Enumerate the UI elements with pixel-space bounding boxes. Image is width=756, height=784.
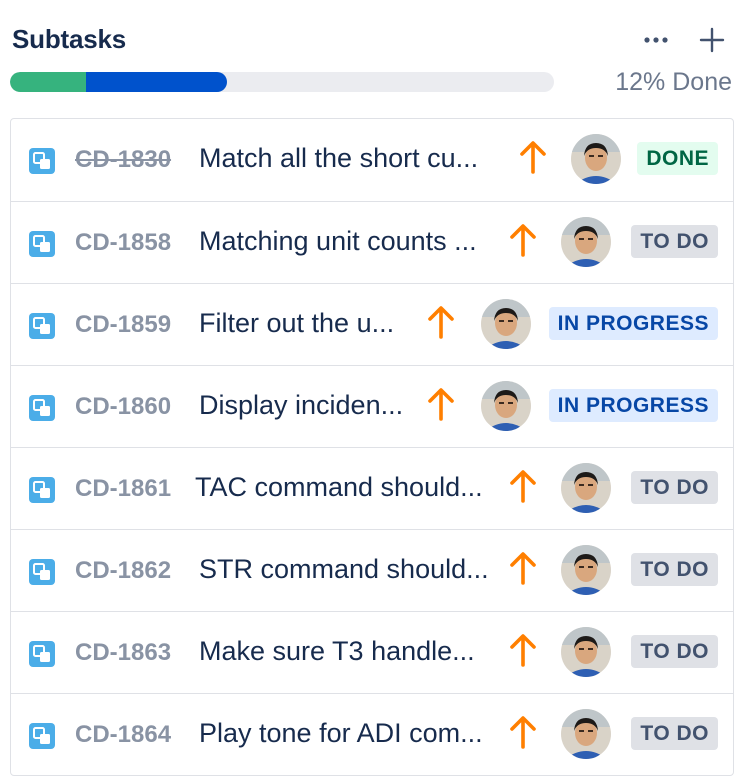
status-lozenge[interactable]: TO DO [631, 553, 718, 586]
subtask-row[interactable]: CD-1864 Play tone for ADI com... TO DO [11, 693, 733, 775]
subtask-row[interactable]: CD-1858 Matching unit counts ... TO DO [11, 201, 733, 283]
issue-summary[interactable]: Filter out the u... [199, 308, 394, 339]
priority-high-arrow-icon [427, 304, 455, 340]
status-lozenge[interactable]: TO DO [631, 225, 718, 258]
assignee-avatar[interactable] [561, 709, 611, 759]
status-lozenge[interactable]: TO DO [631, 717, 718, 750]
issue-summary[interactable]: Display inciden... [199, 390, 403, 421]
status-lozenge[interactable]: DONE [637, 142, 718, 175]
subtasks-header: Subtasks [10, 18, 746, 62]
issue-key[interactable]: CD-1858 [75, 229, 171, 257]
issue-summary[interactable]: Matching unit counts ... [199, 226, 477, 257]
issue-key[interactable]: CD-1830 [75, 146, 171, 174]
status-lozenge[interactable]: TO DO [631, 635, 718, 668]
priority-high-arrow-icon [427, 386, 455, 422]
status-lozenge[interactable]: TO DO [631, 471, 718, 504]
subtask-type-icon [29, 313, 55, 339]
priority-high-arrow-icon [509, 714, 537, 750]
progress-done-segment [10, 72, 86, 92]
subtask-type-icon [29, 148, 55, 174]
priority-high-arrow-icon [509, 632, 537, 668]
subtask-row[interactable]: CD-1860 Display inciden... IN PROGRESS [11, 365, 733, 447]
assignee-avatar[interactable] [571, 134, 621, 184]
assignee-avatar[interactable] [561, 627, 611, 677]
priority-high-arrow-icon [509, 550, 537, 586]
subtask-type-icon [29, 477, 55, 503]
progress-in-progress-segment [86, 72, 227, 92]
issue-summary[interactable]: Play tone for ADI com... [199, 718, 483, 749]
priority-high-arrow-icon [519, 139, 547, 175]
status-lozenge[interactable]: IN PROGRESS [548, 307, 718, 340]
plus-icon [699, 27, 725, 53]
assignee-avatar[interactable] [561, 463, 611, 513]
subtask-row[interactable]: CD-1861 TAC command should... TO DO [11, 447, 733, 529]
issue-key[interactable]: CD-1863 [75, 639, 171, 667]
assignee-avatar[interactable] [481, 381, 531, 431]
more-actions-button[interactable] [636, 20, 676, 60]
issue-summary[interactable]: Make sure T3 handle... [199, 636, 475, 667]
subtask-list: CD-1830 Match all the short cu... DONE CD-1… [10, 118, 734, 776]
issue-summary[interactable]: STR command should... [199, 554, 489, 585]
section-title: Subtasks [12, 24, 127, 54]
progress-bar [10, 72, 554, 92]
issue-key[interactable]: CD-1859 [75, 311, 171, 339]
priority-high-arrow-icon [509, 468, 537, 504]
assignee-avatar[interactable] [561, 217, 611, 267]
subtask-type-icon [29, 395, 55, 421]
subtask-row[interactable]: CD-1859 Filter out the u... IN PROGRESS [11, 283, 733, 365]
issue-summary[interactable]: TAC command should... [195, 472, 483, 503]
assignee-avatar[interactable] [481, 299, 531, 349]
more-horizontal-icon [644, 37, 668, 43]
issue-summary[interactable]: Match all the short cu... [199, 143, 478, 174]
issue-key[interactable]: CD-1864 [75, 721, 171, 749]
priority-high-arrow-icon [509, 222, 537, 258]
subtask-type-icon [29, 559, 55, 585]
status-lozenge[interactable]: IN PROGRESS [548, 389, 718, 422]
issue-key[interactable]: CD-1862 [75, 557, 171, 585]
assignee-avatar[interactable] [561, 545, 611, 595]
issue-key[interactable]: CD-1860 [75, 393, 171, 421]
progress-label: 12% Done [615, 68, 732, 96]
subtask-row[interactable]: CD-1830 Match all the short cu... DONE [11, 119, 733, 201]
subtask-row[interactable]: CD-1862 STR command should... TO DO [11, 529, 733, 611]
subtask-row[interactable]: CD-1863 Make sure T3 handle... TO DO [11, 611, 733, 693]
add-subtask-button[interactable] [692, 20, 732, 60]
issue-key[interactable]: CD-1861 [75, 475, 171, 503]
subtask-type-icon [29, 231, 55, 257]
subtask-type-icon [29, 723, 55, 749]
subtask-type-icon [29, 641, 55, 667]
